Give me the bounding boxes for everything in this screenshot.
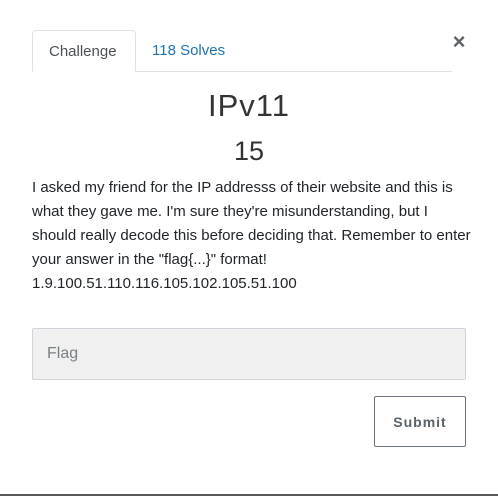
tab-solves[interactable]: 118 Solves	[136, 30, 241, 71]
challenge-modal: Challenge 118 Solves × IPv11 15 I asked …	[0, 0, 498, 496]
challenge-tabs: Challenge 118 Solves	[32, 30, 452, 72]
challenge-description: I asked my friend for the IP addresss of…	[32, 176, 472, 296]
description-ip: 1.9.100.51.110.116.105.102.105.51.100	[32, 275, 297, 292]
challenge-points: 15	[233, 136, 265, 166]
challenge-title: IPv11	[208, 88, 290, 123]
close-icon[interactable]: ×	[449, 30, 469, 54]
submit-button[interactable]: Submit	[374, 396, 466, 447]
description-text: I asked my friend for the IP addresss of…	[32, 179, 471, 268]
tab-challenge[interactable]: Challenge	[32, 30, 136, 72]
flag-input[interactable]	[32, 328, 466, 380]
